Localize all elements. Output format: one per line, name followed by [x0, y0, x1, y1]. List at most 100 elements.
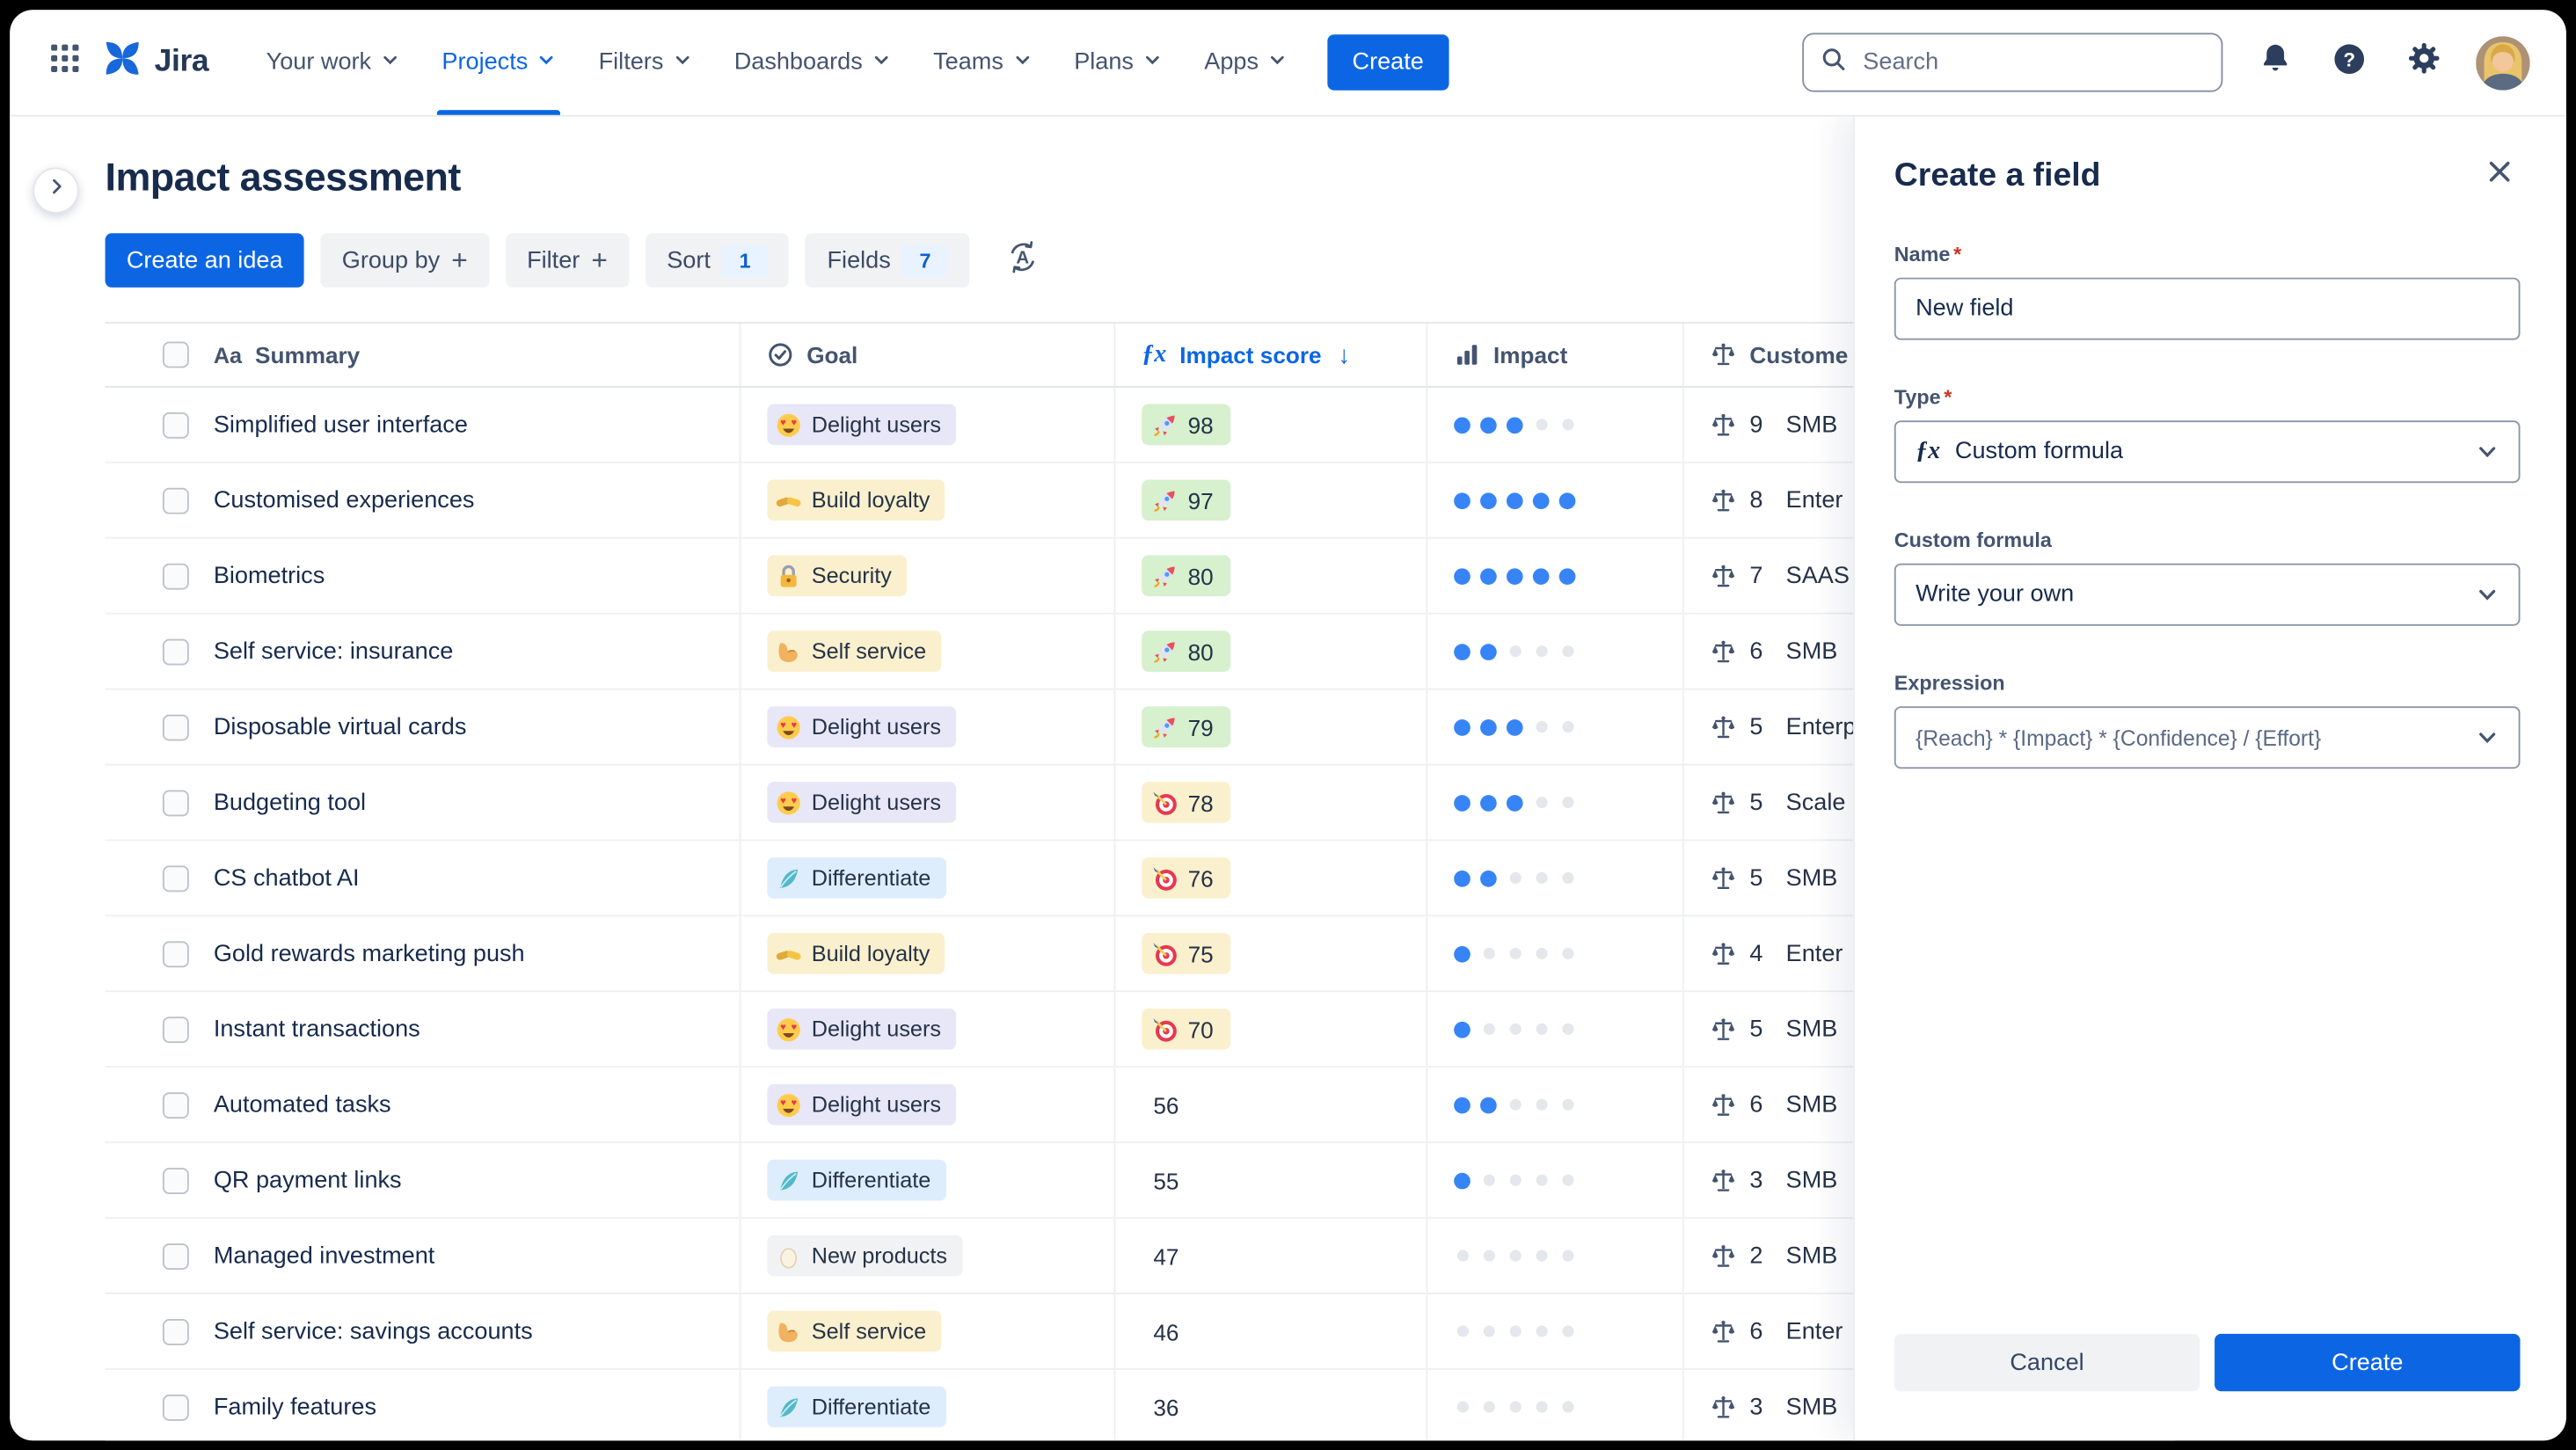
- customer-value[interactable]: 5 Enterp: [1711, 714, 1856, 740]
- create-field-button[interactable]: Create: [2215, 1333, 2521, 1392]
- row-checkbox[interactable]: [162, 1242, 189, 1270]
- global-search[interactable]: [1802, 33, 2223, 92]
- nav-item-projects[interactable]: Projects: [420, 10, 577, 115]
- goal-pill[interactable]: Security: [767, 555, 907, 597]
- goal-pill[interactable]: ♥ ♥ Delight users: [767, 404, 956, 446]
- goal-pill[interactable]: Self service: [767, 1310, 941, 1352]
- row-checkbox[interactable]: [162, 1318, 189, 1344]
- impact-rating[interactable]: [1454, 492, 1576, 509]
- column-header-impact[interactable]: Impact: [1426, 323, 1682, 386]
- column-header-goal[interactable]: Goal: [739, 323, 1114, 386]
- goal-pill[interactable]: Build loyalty: [767, 479, 945, 521]
- create-button[interactable]: Create: [1327, 34, 1449, 91]
- app-switcher-button[interactable]: [36, 34, 92, 91]
- goal-pill[interactable]: Build loyalty: [767, 933, 945, 974]
- user-avatar[interactable]: [2476, 35, 2530, 90]
- customer-value[interactable]: 3 SMB: [1711, 1167, 1837, 1193]
- customer-value[interactable]: 4 Enter: [1711, 940, 1843, 966]
- row-checkbox[interactable]: [162, 940, 189, 967]
- impact-rating[interactable]: [1454, 567, 1576, 585]
- nav-item-filters[interactable]: Filters: [577, 10, 712, 115]
- group-by-button[interactable]: Group by +: [320, 233, 490, 288]
- impact-rating[interactable]: [1454, 1020, 1575, 1038]
- impact-rating[interactable]: [1454, 1096, 1575, 1113]
- nav-item-dashboards[interactable]: Dashboards: [712, 10, 911, 115]
- customer-value[interactable]: 9 SMB: [1711, 412, 1837, 438]
- nav-item-apps[interactable]: Apps: [1183, 10, 1308, 115]
- impact-rating[interactable]: [1454, 718, 1575, 735]
- close-button[interactable]: [2477, 155, 2521, 198]
- impact-rating[interactable]: [1454, 643, 1575, 660]
- impact-rating[interactable]: [1454, 1248, 1575, 1264]
- customer-value[interactable]: 5 Scale: [1711, 790, 1845, 815]
- field-type-select[interactable]: ƒx Custom formula: [1894, 420, 2521, 484]
- expand-sidebar-button[interactable]: [33, 167, 79, 214]
- impact-score-pill[interactable]: 80: [1142, 555, 1230, 597]
- impact-score-pill[interactable]: 98: [1142, 404, 1230, 446]
- impact-rating[interactable]: [1454, 1399, 1575, 1416]
- customer-value[interactable]: 2 SMB: [1711, 1242, 1837, 1269]
- row-checkbox[interactable]: [162, 713, 189, 740]
- row-checkbox[interactable]: [162, 638, 189, 665]
- impact-score-pill[interactable]: 70: [1142, 1008, 1230, 1050]
- impact-score-pill[interactable]: 79: [1142, 706, 1230, 747]
- row-checkbox[interactable]: [162, 562, 189, 589]
- customer-value[interactable]: 5 SMB: [1711, 865, 1837, 891]
- impact-rating[interactable]: [1454, 1323, 1575, 1340]
- impact-score-value[interactable]: 47: [1142, 1242, 1179, 1269]
- impact-score-pill[interactable]: 76: [1142, 857, 1230, 899]
- select-all-checkbox[interactable]: [162, 341, 189, 368]
- impact-score-pill[interactable]: 97: [1142, 479, 1230, 521]
- impact-score-pill[interactable]: 78: [1142, 782, 1230, 823]
- customer-value[interactable]: 5 SMB: [1711, 1016, 1837, 1042]
- cancel-button[interactable]: Cancel: [1894, 1333, 2200, 1392]
- goal-pill[interactable]: Differentiate: [767, 1386, 946, 1428]
- impact-score-value[interactable]: 55: [1142, 1167, 1179, 1193]
- column-header-summary[interactable]: Aa Summary: [204, 324, 740, 386]
- nav-item-your-work[interactable]: Your work: [244, 10, 420, 115]
- impact-rating[interactable]: [1454, 794, 1575, 811]
- impact-score-pill[interactable]: 80: [1142, 630, 1230, 673]
- column-header-impact-score[interactable]: ƒx Impact score ↓: [1113, 323, 1427, 386]
- row-checkbox[interactable]: [162, 486, 189, 514]
- expression-select[interactable]: {Reach} * {Impact} * {Confidence} / {Eff…: [1894, 706, 2521, 769]
- custom-formula-select[interactable]: Write your own: [1894, 563, 2521, 626]
- goal-pill[interactable]: Differentiate: [767, 1159, 946, 1201]
- impact-rating[interactable]: [1454, 945, 1575, 962]
- field-name-input[interactable]: [1894, 277, 2521, 340]
- settings-button[interactable]: [2402, 41, 2445, 84]
- impact-score-value[interactable]: 36: [1142, 1394, 1179, 1420]
- row-checkbox[interactable]: [162, 789, 189, 816]
- row-checkbox[interactable]: [162, 1167, 189, 1194]
- sort-alphabetical-button[interactable]: A: [993, 233, 1052, 288]
- goal-pill[interactable]: Self service: [767, 630, 941, 673]
- impact-score-value[interactable]: 56: [1142, 1091, 1179, 1118]
- goal-pill[interactable]: ♥ ♥ Delight users: [767, 706, 956, 747]
- sort-button[interactable]: Sort 1: [645, 233, 790, 288]
- impact-score-pill[interactable]: 75: [1142, 933, 1230, 974]
- customer-value[interactable]: 6 SMB: [1711, 638, 1837, 665]
- impact-score-value[interactable]: 46: [1142, 1318, 1179, 1344]
- customer-value[interactable]: 6 SMB: [1711, 1091, 1837, 1118]
- goal-pill[interactable]: Differentiate: [767, 857, 946, 899]
- fields-button[interactable]: Fields 7: [806, 233, 970, 288]
- nav-item-teams[interactable]: Teams: [912, 10, 1053, 115]
- notifications-button[interactable]: [2254, 41, 2297, 84]
- row-checkbox[interactable]: [162, 1016, 189, 1043]
- customer-value[interactable]: 7 SAAS: [1711, 563, 1850, 589]
- row-checkbox[interactable]: [162, 1091, 189, 1118]
- impact-rating[interactable]: [1454, 870, 1575, 886]
- goal-pill[interactable]: ♥ ♥ Delight users: [767, 1083, 956, 1126]
- nav-item-plans[interactable]: Plans: [1053, 10, 1183, 115]
- help-button[interactable]: ?: [2328, 41, 2371, 84]
- search-input[interactable]: [1859, 47, 2205, 77]
- customer-value[interactable]: 3 SMB: [1711, 1394, 1837, 1420]
- goal-pill[interactable]: ♥ ♥ Delight users: [767, 782, 956, 823]
- create-idea-button[interactable]: Create an idea: [105, 233, 304, 288]
- jira-logo[interactable]: Jira: [102, 38, 209, 87]
- row-checkbox[interactable]: [162, 411, 189, 438]
- row-checkbox[interactable]: [162, 1393, 189, 1420]
- customer-value[interactable]: 6 Enter: [1711, 1318, 1843, 1344]
- filter-button[interactable]: Filter +: [505, 233, 630, 288]
- impact-rating[interactable]: [1454, 416, 1575, 434]
